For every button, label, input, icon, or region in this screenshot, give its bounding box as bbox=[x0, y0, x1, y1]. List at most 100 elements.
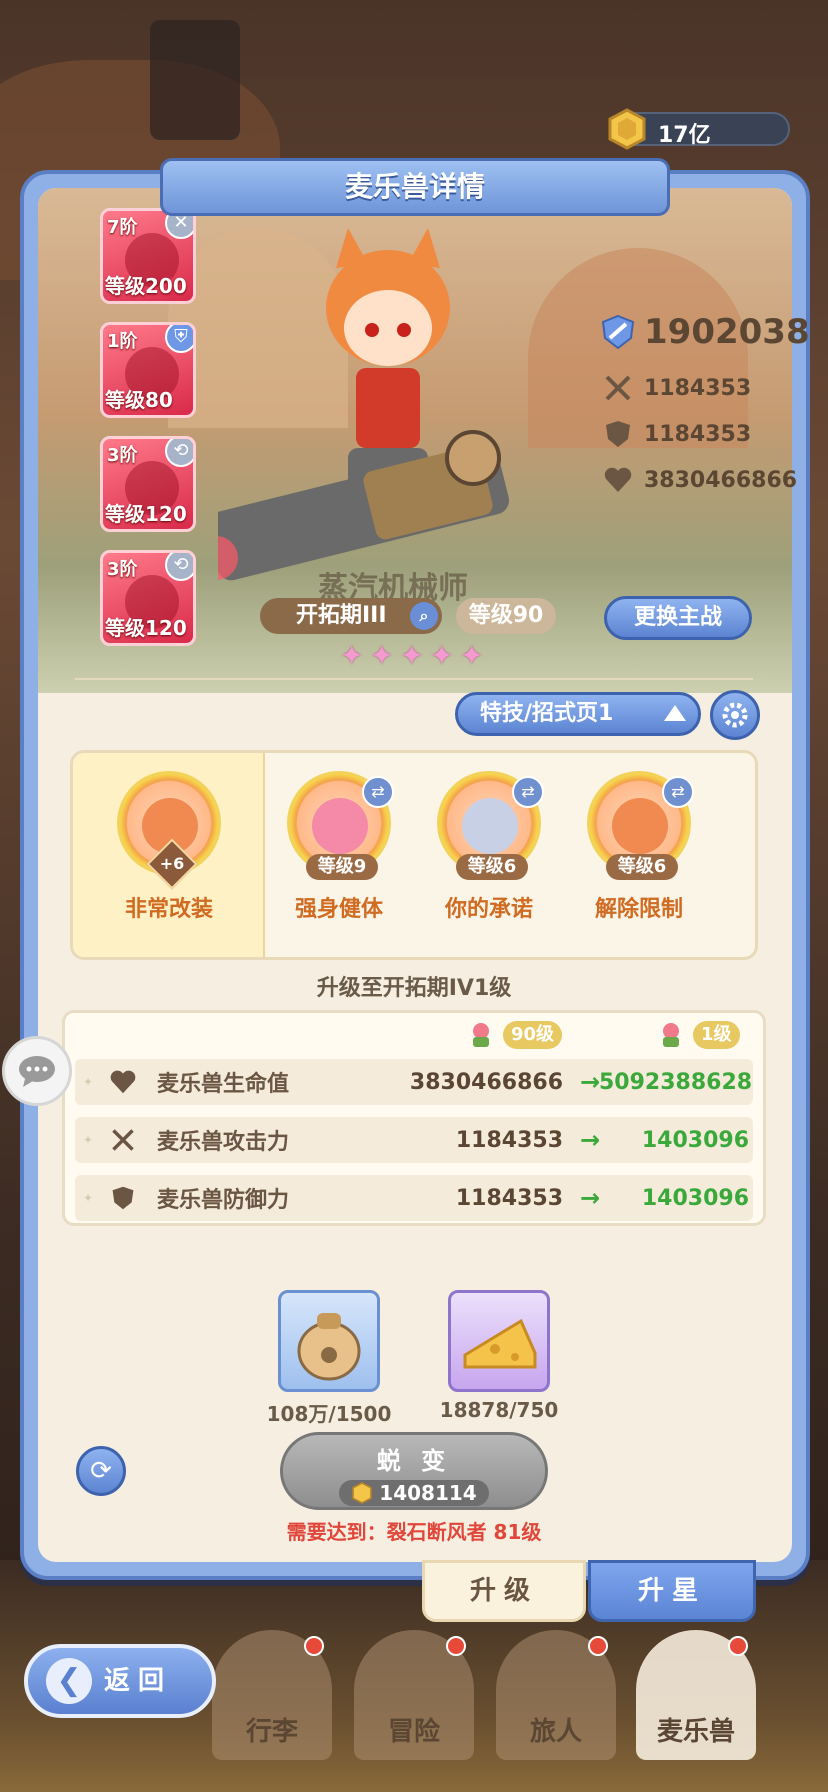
stage-card[interactable]: 1阶 等级80 ⛨ bbox=[100, 322, 196, 418]
material-item[interactable]: 108万/1500 bbox=[267, 1290, 391, 1427]
nav-item-traveler[interactable]: 旅人 bbox=[496, 1630, 616, 1760]
skill-page-dropdown[interactable]: 特技/招式页1 bbox=[455, 692, 701, 736]
notification-dot bbox=[304, 1636, 324, 1656]
shield-badge-icon: ⛨ bbox=[165, 325, 193, 353]
gold-amount: 17亿 bbox=[658, 123, 711, 148]
background-lamp bbox=[150, 20, 240, 140]
arrow-right-icon: → bbox=[580, 1068, 601, 1096]
stage-level: 等级120 bbox=[105, 616, 187, 640]
stage-card[interactable]: 3阶 等级120 ⟲ bbox=[100, 550, 196, 646]
table-row: ✦ 麦乐兽生命值 3830466866 → 5092388628 bbox=[75, 1059, 753, 1105]
stage-level: 等级200 bbox=[105, 274, 187, 298]
evolve-cost-value: 1408114 bbox=[379, 1481, 477, 1505]
evolve-label: 蜕 变 bbox=[376, 1447, 452, 1475]
next-level-pill: 1级 bbox=[693, 1021, 740, 1049]
stat-next: 1403096 bbox=[641, 1127, 749, 1153]
skill-portrait: ⇄ 等级6 bbox=[587, 771, 694, 880]
notification-dot bbox=[588, 1636, 608, 1656]
stage-level: 等级120 bbox=[105, 502, 187, 526]
skill-face bbox=[462, 798, 518, 854]
stat-current: 1184353 bbox=[455, 1127, 563, 1153]
settings-button[interactable] bbox=[710, 690, 760, 740]
nav-label: 麦乐兽 bbox=[656, 1717, 735, 1747]
power-value: 1902038 bbox=[644, 312, 810, 352]
panel-title: 麦乐兽详情 bbox=[160, 158, 670, 216]
nav-item-adventure[interactable]: 冒险 bbox=[354, 1630, 474, 1760]
stat-label: 麦乐兽防御力 bbox=[157, 1188, 290, 1213]
hero-character-image bbox=[218, 228, 510, 581]
stat-label: 麦乐兽攻击力 bbox=[157, 1130, 290, 1155]
magnify-icon[interactable]: ⌕ bbox=[410, 602, 438, 630]
skill-page-label: 特技/招式页1 bbox=[480, 701, 614, 726]
swords-icon bbox=[105, 1122, 141, 1158]
skills-panel: +6 非常改装 ⇄ 等级9 强身健体 ⇄ 等级6 你的承诺 ⇄ 等级6 解除限制 bbox=[70, 750, 758, 960]
panel-title-banner: 麦乐兽详情 bbox=[160, 158, 670, 216]
skill-portrait: ⇄ 等级6 bbox=[437, 771, 544, 880]
skill-name: 非常改装 bbox=[124, 897, 213, 922]
bullet-icon: ✦ bbox=[83, 1075, 94, 1089]
change-main-button[interactable]: 更换主战 bbox=[604, 596, 752, 640]
stat-current: 3830466866 bbox=[409, 1069, 563, 1095]
star-icon: ✦ bbox=[370, 639, 394, 672]
hero-period-tag[interactable]: 开拓期III ⌕ bbox=[260, 598, 442, 634]
cheese-icon bbox=[463, 1318, 537, 1369]
tab-upgrade[interactable]: 升级 bbox=[422, 1560, 586, 1622]
hp-stat: 3830466866 bbox=[600, 460, 797, 500]
next-level-header: 1级 bbox=[655, 1021, 740, 1049]
power-stat: 1902038 bbox=[600, 312, 810, 352]
hero-level-tag: 等级90 bbox=[456, 598, 556, 634]
arrow-right-icon: → bbox=[580, 1184, 601, 1212]
nav-item-pet[interactable]: 麦乐兽 bbox=[636, 1630, 756, 1760]
skill-slot[interactable]: ⇄ 等级9 强身健体 bbox=[269, 771, 409, 923]
stage-card[interactable]: 3阶 等级120 ⟲ bbox=[100, 436, 196, 532]
tab-star-up[interactable]: 升星 bbox=[588, 1560, 756, 1622]
stage-card[interactable]: 7阶 等级200 ✕ bbox=[100, 208, 196, 304]
skill-slot[interactable]: +6 非常改装 bbox=[99, 771, 239, 923]
link-badge-icon: ⟲ bbox=[165, 439, 193, 467]
chevron-up-icon bbox=[664, 705, 686, 721]
stage-tier: 7阶 bbox=[107, 217, 138, 238]
chat-button[interactable] bbox=[2, 1036, 72, 1106]
current-level-pill: 90级 bbox=[503, 1021, 563, 1049]
star-icon: ✦ bbox=[340, 639, 364, 672]
star-rating: ✦ ✦ ✦ ✦ ✦ bbox=[340, 642, 488, 670]
gold-coin-icon bbox=[352, 1482, 372, 1504]
nav-item-luggage[interactable]: 行李 bbox=[212, 1630, 332, 1760]
skill-name: 强身健体 bbox=[294, 897, 383, 922]
skill-level-badge: 等级6 bbox=[456, 854, 528, 880]
swap-icon[interactable]: ⇄ bbox=[512, 776, 544, 808]
evolve-cost: 1408114 bbox=[339, 1480, 489, 1506]
current-level-header: 90级 bbox=[465, 1021, 563, 1049]
upgrade-stats-table: 90级 1级 ✦ 麦乐兽生命值 3830466866 → 5092388628 … bbox=[62, 1010, 766, 1226]
nav-label: 冒险 bbox=[387, 1717, 440, 1747]
back-label: 返回 bbox=[104, 1666, 173, 1696]
gold-currency-bar: 17亿 bbox=[608, 108, 790, 150]
stat-current: 1184353 bbox=[455, 1185, 563, 1211]
stat-label: 麦乐兽生命值 bbox=[157, 1072, 290, 1097]
reset-button[interactable]: ⟳ bbox=[76, 1446, 126, 1496]
skill-slot[interactable]: ⇄ 等级6 解除限制 bbox=[569, 771, 709, 923]
gear-icon bbox=[722, 702, 748, 728]
material-item[interactable]: 18878/750 bbox=[440, 1290, 558, 1422]
shield-icon bbox=[600, 416, 636, 452]
swap-icon[interactable]: ⇄ bbox=[362, 776, 394, 808]
heart-icon bbox=[600, 462, 636, 498]
defense-stat: 1184353 bbox=[600, 414, 751, 454]
stage-tier: 1阶 bbox=[107, 331, 138, 352]
material-slot bbox=[448, 1290, 550, 1392]
material-count: 18878/750 bbox=[439, 1398, 559, 1422]
back-button[interactable]: ❮ 返回 bbox=[24, 1644, 216, 1718]
material-count: 108万/1500 bbox=[266, 1402, 392, 1426]
material-slot bbox=[278, 1290, 380, 1392]
defense-value: 1184353 bbox=[644, 421, 752, 447]
evolve-button[interactable]: 蜕 变 1408114 bbox=[280, 1432, 548, 1510]
stat-next: 5092388628 bbox=[599, 1069, 753, 1095]
table-row: ✦ 麦乐兽攻击力 1184353 → 1403096 bbox=[75, 1117, 753, 1163]
notification-dot bbox=[446, 1636, 466, 1656]
skill-slot[interactable]: ⇄ 等级6 你的承诺 bbox=[419, 771, 559, 923]
food-bag-icon bbox=[297, 1313, 361, 1381]
bullet-icon: ✦ bbox=[83, 1191, 94, 1205]
gold-coin-icon bbox=[608, 108, 646, 150]
stage-level: 等级80 bbox=[105, 388, 173, 412]
swap-icon[interactable]: ⇄ bbox=[662, 776, 694, 808]
